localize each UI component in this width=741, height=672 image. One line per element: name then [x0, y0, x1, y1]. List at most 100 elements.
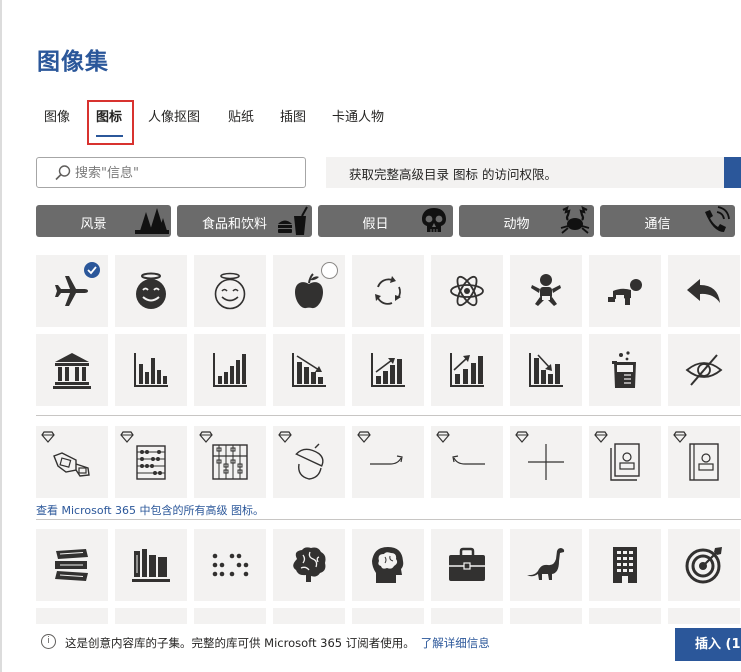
address-book-alt-icon — [689, 443, 719, 481]
category-animals[interactable]: 动物 — [459, 205, 594, 237]
icon-tile-bar-chart-downward-trend-alt[interactable] — [510, 334, 582, 406]
icon-tile-bar-chart[interactable] — [115, 334, 187, 406]
address-book-icon — [610, 443, 640, 481]
icon-tile-add-plus[interactable] — [510, 426, 582, 498]
icon-tile-airplane[interactable] — [36, 255, 108, 327]
baby-icon — [531, 274, 561, 306]
icon-tile-bar-chart-upward-trend[interactable] — [352, 334, 424, 406]
icon-tile-partial[interactable] — [194, 608, 266, 624]
category-label: 动物 — [503, 217, 530, 232]
tab-cutout-people[interactable]: 人像抠图 — [148, 100, 200, 138]
view-premium-link[interactable]: 查看 Microsoft 365 中包含的所有高级 图标。 — [36, 502, 264, 518]
icon-tile-hidden-eye[interactable] — [668, 334, 740, 406]
icon-tile-partial[interactable] — [36, 608, 108, 624]
icon-tile-3d-glasses[interactable] — [36, 426, 108, 498]
info-icon: i — [41, 634, 56, 649]
icon-tile-address-book-alt[interactable] — [668, 426, 740, 498]
books-icon — [55, 549, 88, 581]
icon-tile-brain[interactable] — [273, 529, 345, 601]
category-landscape[interactable]: 风景 — [36, 205, 171, 237]
icon-tile-smiling-face-halo-outline[interactable] — [194, 255, 266, 327]
icon-tile-arrow-curve-left[interactable] — [431, 426, 503, 498]
active-tab-highlight-box — [87, 100, 134, 145]
category-communication[interactable]: 通信 — [600, 205, 735, 237]
brain-icon — [293, 547, 326, 582]
icon-tile-partial[interactable] — [431, 608, 503, 624]
icon-tile-bar-chart-upward-trend-alt[interactable] — [431, 334, 503, 406]
icon-tile-crawling-baby[interactable] — [589, 255, 661, 327]
selected-check-icon — [84, 262, 100, 278]
abacus-outline-icon — [212, 444, 248, 480]
tab-cartoon-people[interactable]: 卡通人物 — [332, 100, 384, 138]
apple-icon — [295, 273, 323, 309]
arrow-curve-left-icon — [452, 455, 485, 465]
category-label: 通信 — [644, 217, 671, 232]
braille-icon — [212, 553, 249, 577]
icon-tile-smiling-face-halo[interactable] — [115, 255, 187, 327]
icon-tile-partial[interactable] — [668, 608, 740, 624]
arrow-curve-right-icon — [370, 455, 403, 465]
insert-button[interactable]: 插入 (1) — [675, 628, 741, 661]
icon-tile-briefcase[interactable] — [431, 529, 503, 601]
search-box[interactable] — [36, 157, 306, 188]
books-on-shelf-icon — [132, 549, 170, 582]
icon-tile-abacus[interactable] — [115, 426, 187, 498]
icon-tile-atom[interactable] — [431, 255, 503, 327]
brain-in-head-icon — [372, 547, 404, 583]
bar-chart-ascending-icon — [213, 353, 247, 387]
dialog-title: 图像集 — [37, 49, 109, 75]
3d-glasses-icon — [53, 452, 90, 477]
footer-notice-text: 这是创意内容库的子集。完整的库可供 Microsoft 365 订阅者使用。 — [65, 636, 415, 650]
category-label: 食品和饮料 — [201, 217, 267, 232]
icon-tile-books[interactable] — [36, 529, 108, 601]
crab-icon — [560, 206, 590, 234]
beaker-icon — [612, 351, 636, 388]
category-holidays[interactable]: 假日 — [318, 205, 453, 237]
icon-tile-arrow-curve-right[interactable] — [352, 426, 424, 498]
icon-tile-address-book[interactable] — [589, 426, 661, 498]
bank-icon — [53, 353, 91, 389]
bar-chart-downward-trend-alt-icon — [529, 353, 563, 387]
atom-icon — [450, 275, 484, 307]
icon-tile-beaker[interactable] — [589, 334, 661, 406]
food-drink-icon — [278, 206, 308, 235]
icon-tile-apple[interactable] — [273, 255, 345, 327]
icon-tile-partial[interactable] — [273, 608, 345, 624]
bar-chart-icon — [134, 353, 168, 387]
icon-tile-dinosaur[interactable] — [510, 529, 582, 601]
icon-tile-partial[interactable] — [115, 608, 187, 624]
section-divider — [36, 415, 741, 416]
icon-tile-bar-chart-downward-trend[interactable] — [273, 334, 345, 406]
icon-tile-partial[interactable] — [589, 608, 661, 624]
icon-tile-braille[interactable] — [194, 529, 266, 601]
icon-tile-books-on-shelf[interactable] — [115, 529, 187, 601]
office-building-icon — [613, 547, 637, 583]
search-icon — [55, 165, 71, 181]
icon-tile-reply-arrow[interactable] — [668, 255, 740, 327]
icon-tile-abacus-outline[interactable] — [194, 426, 266, 498]
tab-stickers[interactable]: 贴纸 — [228, 100, 254, 138]
icon-tile-partial[interactable] — [352, 608, 424, 624]
select-radio[interactable] — [321, 262, 338, 279]
category-food-drink[interactable]: 食品和饮料 — [177, 205, 312, 237]
dinosaur-icon — [527, 548, 565, 580]
icon-tile-office-building[interactable] — [589, 529, 661, 601]
icon-tile-bar-chart-ascending[interactable] — [194, 334, 266, 406]
icon-tile-bank[interactable] — [36, 334, 108, 406]
promo-action-button[interactable] — [724, 157, 741, 188]
category-label: 假日 — [362, 217, 389, 232]
dialog-left-edge — [0, 0, 2, 672]
search-input[interactable] — [75, 162, 295, 184]
icon-tile-brain-in-head[interactable] — [352, 529, 424, 601]
icon-tile-target[interactable] — [668, 529, 740, 601]
briefcase-icon — [449, 547, 485, 581]
icon-tile-refresh-cycle[interactable] — [352, 255, 424, 327]
phone-icon — [705, 206, 730, 232]
learn-more-link[interactable]: 了解详细信息 — [421, 636, 490, 650]
icon-tile-partial[interactable] — [510, 608, 582, 624]
icon-tile-acorn[interactable] — [273, 426, 345, 498]
icon-tile-baby[interactable] — [510, 255, 582, 327]
tab-images[interactable]: 图像 — [44, 100, 70, 138]
bar-chart-downward-trend-icon — [292, 353, 326, 387]
tab-illustrations[interactable]: 插图 — [280, 100, 306, 138]
